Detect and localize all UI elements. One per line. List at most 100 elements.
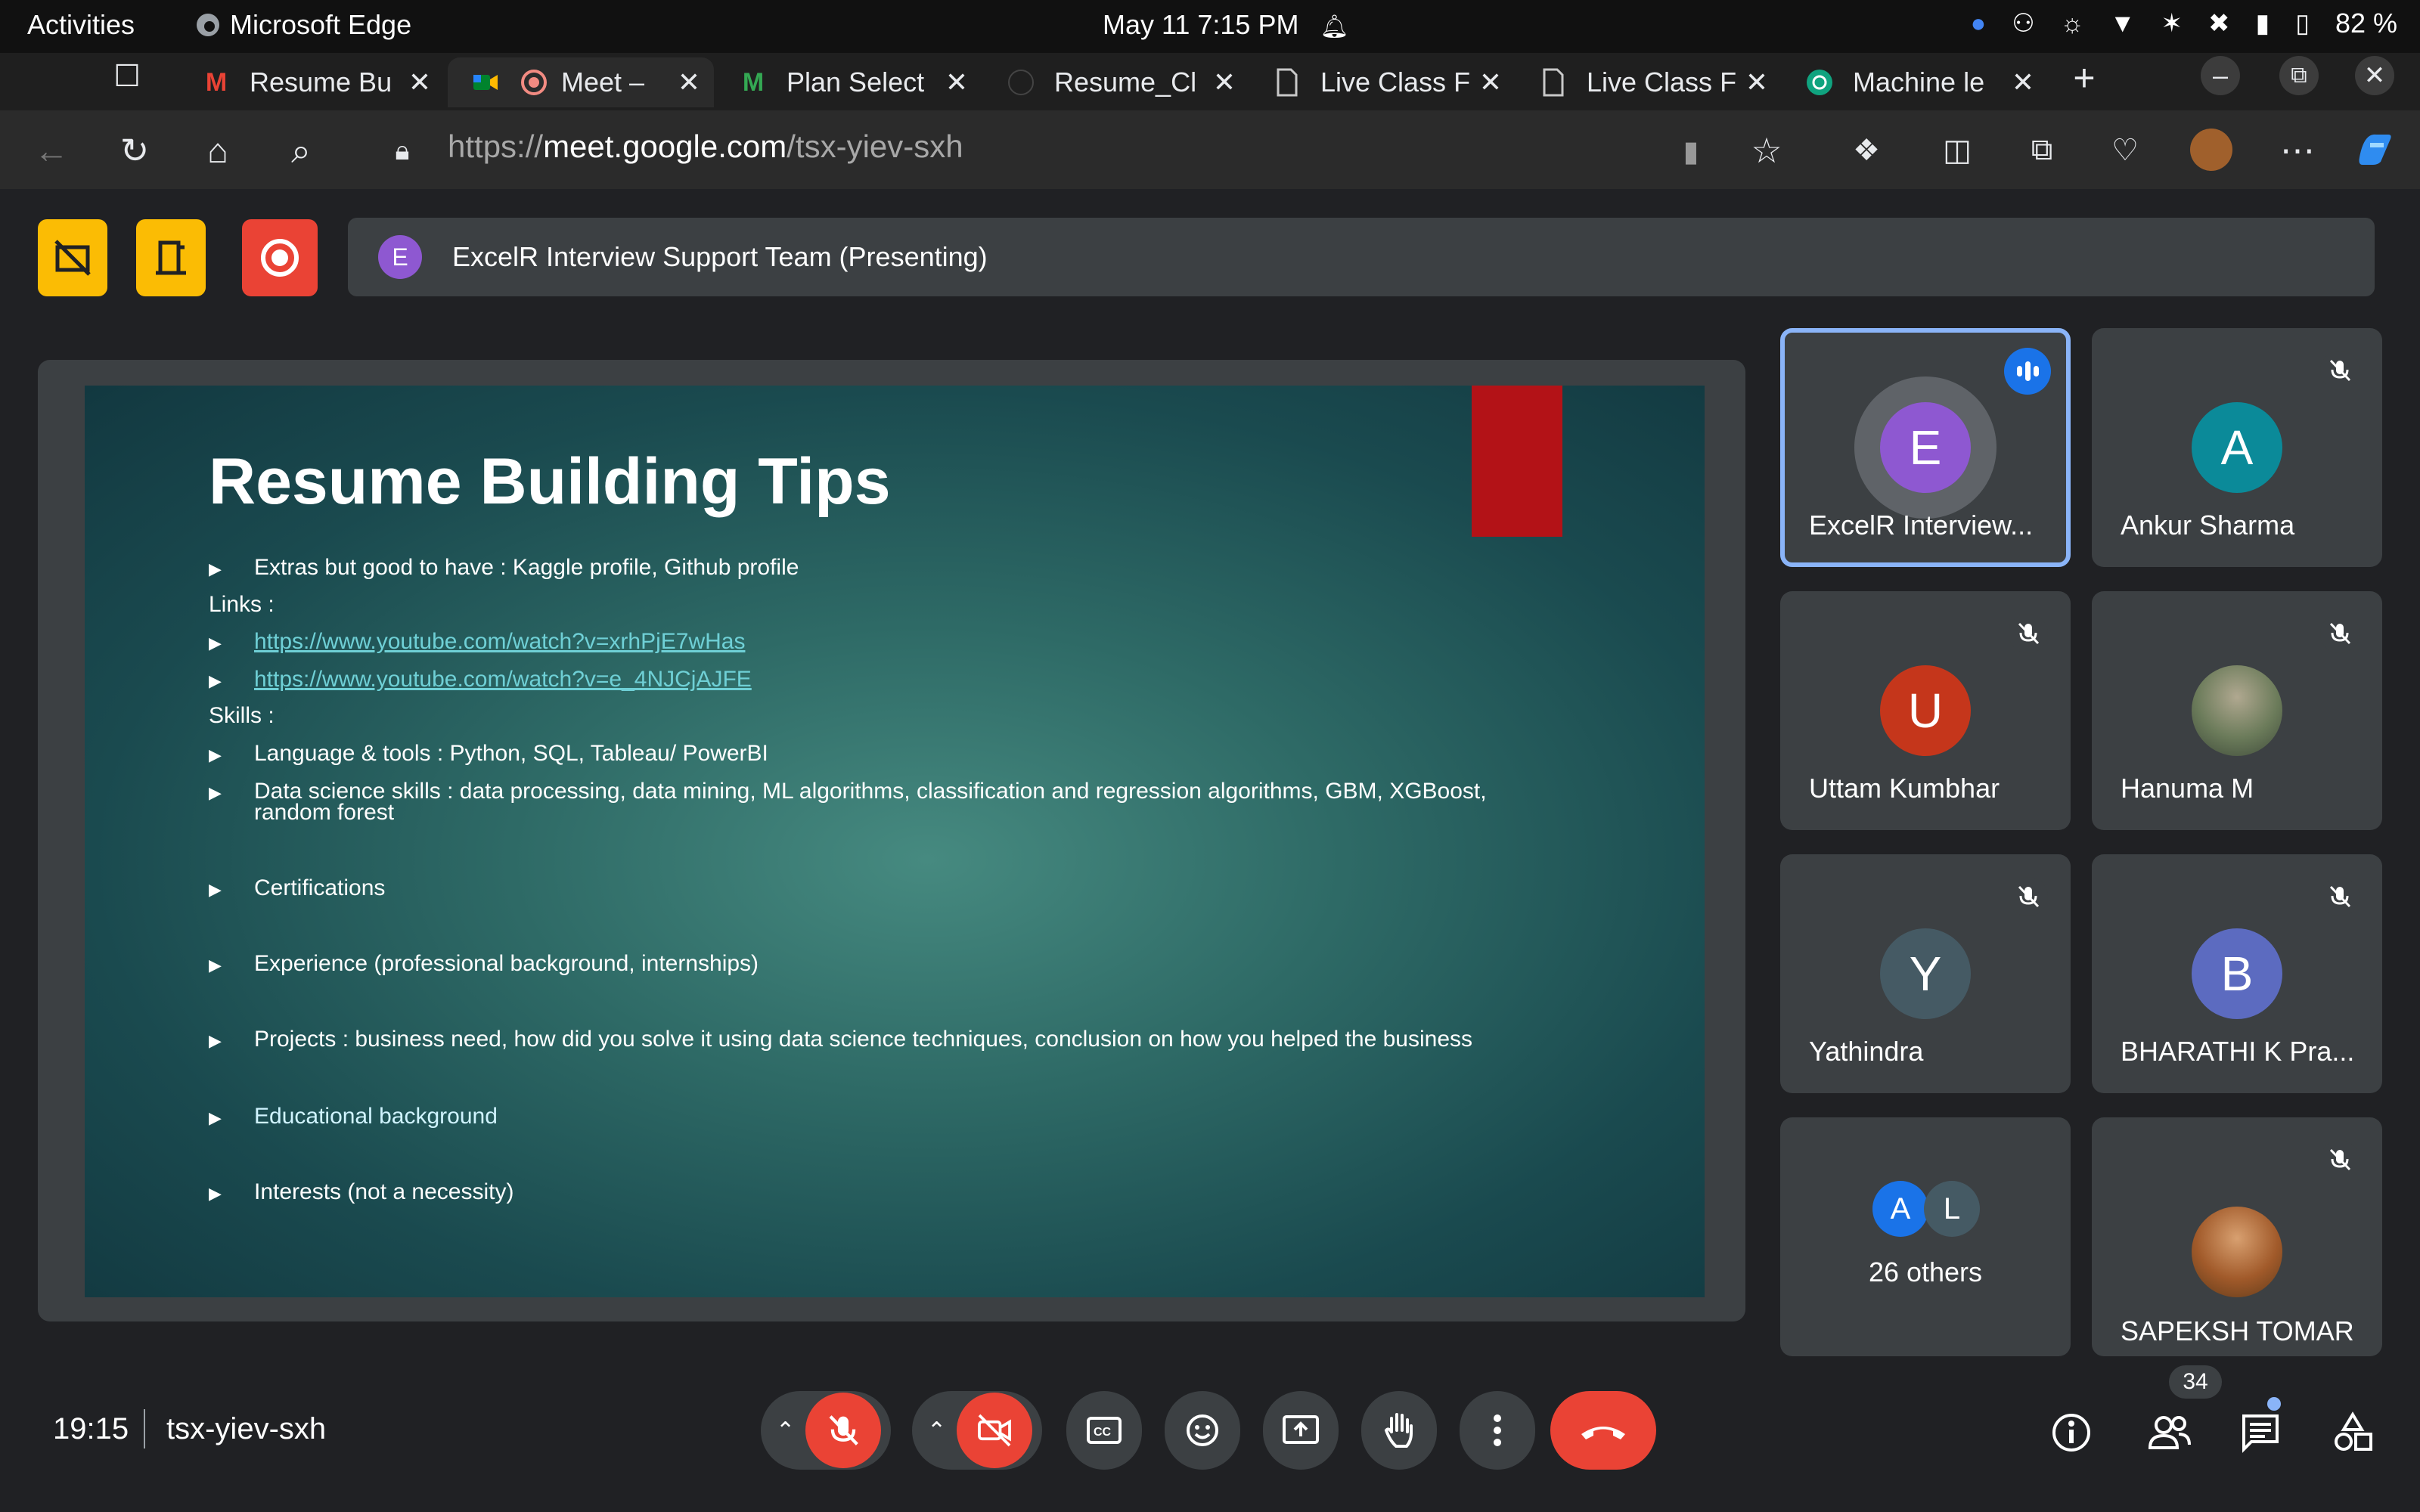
activities-button[interactable]: Activities [27, 9, 135, 41]
participant-name: BHARATHI K Pra... [2121, 1036, 2355, 1067]
slide-line: ▶ Projects : business need, how did you s… [209, 1027, 1473, 1052]
people-icon [2148, 1416, 2191, 1449]
close-icon[interactable]: ✕ [1745, 67, 1768, 98]
meeting-clock: 19:15 [53, 1412, 129, 1445]
app-name: Microsoft Edge [230, 9, 412, 40]
tab-plan-select[interactable]: M Plan Select ✕ [715, 57, 982, 107]
others-tile[interactable]: A L 26 others [1780, 1117, 2071, 1356]
meeting-details-button[interactable] [2045, 1406, 2098, 1459]
youtube-link-2[interactable]: https://www.youtube.com/watch?v=e_4NJCjA… [254, 667, 752, 692]
activities-panel-button[interactable] [2326, 1406, 2379, 1459]
reactions-button[interactable] [1165, 1391, 1240, 1470]
mic-off-icon [2320, 877, 2360, 916]
breakout-rooms-button[interactable] [136, 219, 206, 296]
host-controls-button[interactable] [38, 219, 107, 296]
os-top-bar: Activities Microsoft Edge May 11 7:15 PM… [0, 0, 2420, 53]
split-screen-icon[interactable]: ◫ [1936, 133, 1978, 168]
participant-tile[interactable]: B BHARATHI K Pra... [2092, 854, 2382, 1093]
others-count-label: 26 others [1868, 1256, 1983, 1287]
favorite-star-icon[interactable]: ☆ [1745, 130, 1788, 171]
app-menu[interactable]: Microsoft Edge [195, 9, 411, 41]
address-field[interactable]: https://meet.google.com/tsx-yiev-sxh [448, 129, 963, 165]
participant-tile[interactable]: SAPEKSH TOMAR [2092, 1117, 2382, 1356]
slide-title: Resume Building Tips [209, 445, 891, 518]
slide-line: ▶ Certifications [209, 875, 386, 900]
tab-resume-building[interactable]: M Resume Bu ✕ [178, 57, 445, 107]
participant-name: ExcelR Interview... [1809, 510, 2034, 541]
reload-button[interactable]: ↻ [113, 130, 156, 171]
bullet-icon: ▶ [209, 1031, 222, 1050]
participant-tile[interactable]: Hanuma M [2092, 591, 2382, 830]
presenter-banner[interactable]: E ExcelR Interview Support Team (Present… [348, 218, 2375, 296]
tab-resume-cl[interactable]: Resume_Cl ✕ [983, 57, 1249, 107]
close-window-button[interactable]: ✕ [2355, 56, 2394, 95]
captions-button[interactable]: CC [1066, 1391, 1142, 1470]
participant-tile[interactable]: Y Yathindra [1780, 854, 2071, 1093]
system-tray[interactable]: ● ⚇ ☼ ▼ ✶ ✖ ▮ ▯ 82 % [1971, 8, 2397, 39]
presenter-label: ExcelR Interview Support Team (Presentin… [452, 241, 988, 272]
mic-toggle-button[interactable] [805, 1393, 882, 1468]
present-screen-button[interactable] [1263, 1391, 1339, 1470]
participant-name: Yathindra [1809, 1036, 1924, 1067]
chevron-up-icon[interactable]: ⌃ [776, 1418, 795, 1444]
youtube-link-1[interactable]: https://www.youtube.com/watch?v=xrhPjE7w… [254, 629, 745, 654]
tab-strip: ☐ M Resume Bu ✕ Meet – ✕ M Plan Select ✕… [0, 53, 2420, 110]
participant-tile[interactable]: E ExcelR Interview... [1780, 328, 2071, 567]
close-icon[interactable]: ✕ [1213, 67, 1236, 98]
tab-live-class-1[interactable]: Live Class F ✕ [1249, 57, 1516, 107]
slide-line: ▶ https://www.youtube.com/watch?v=e_4NJCj… [209, 667, 752, 692]
battery-icon: ▯ [2295, 9, 2310, 38]
copilot-icon[interactable] [2353, 127, 2396, 178]
recording-button[interactable] [242, 219, 318, 296]
extensions-icon[interactable]: ❖ [1845, 133, 1888, 168]
tab-actions-icon[interactable]: ☐ [106, 59, 148, 94]
close-icon[interactable]: ✕ [1479, 67, 1502, 98]
address-toolbar: ← ↻ ⌂ ⌕ 🔒︎ https://meet.google.com/tsx-y… [0, 110, 2420, 189]
leave-call-button[interactable] [1550, 1391, 1656, 1470]
page-icon [1538, 67, 1568, 98]
tab-machine-learning[interactable]: Machine le ✕ [1782, 57, 2048, 107]
restore-button[interactable]: ⧉ [2279, 56, 2319, 95]
presenter-avatar: E [378, 235, 422, 279]
chat-button[interactable] [2234, 1406, 2287, 1459]
tab-live-class-2[interactable]: Live Class F ✕ [1516, 57, 1782, 107]
people-button[interactable] [2143, 1406, 2196, 1459]
collections-icon[interactable]: ⧉ [2021, 133, 2063, 167]
bullet-icon: ▶ [209, 880, 222, 899]
lock-icon[interactable]: 🔒︎ [381, 135, 424, 167]
volume-muted-icon: ✖ [2208, 9, 2230, 38]
avatar-photo [2192, 1207, 2282, 1297]
profile-avatar[interactable] [2190, 129, 2232, 171]
back-button[interactable]: ← [30, 130, 73, 171]
close-icon[interactable]: ✕ [945, 67, 968, 98]
more-options-icon[interactable]: ⋯ [2276, 130, 2319, 171]
gmail-icon: M [205, 67, 228, 97]
camera-toggle-button[interactable] [957, 1393, 1033, 1468]
hand-icon [1384, 1413, 1413, 1448]
tab-meet[interactable]: Meet – ✕ [448, 57, 714, 107]
close-icon[interactable]: ✕ [678, 67, 700, 98]
chevron-up-icon[interactable]: ⌃ [927, 1418, 946, 1444]
meet-window: E ExcelR Interview Support Team (Present… [8, 189, 2412, 1504]
search-icon[interactable]: ⌕ [280, 130, 322, 172]
raise-hand-button[interactable] [1361, 1391, 1437, 1470]
new-tab-button[interactable]: + [2063, 56, 2105, 100]
captions-icon: CC [1087, 1417, 1122, 1444]
participant-count-badge: 34 [2169, 1365, 2222, 1399]
close-icon[interactable]: ✕ [408, 67, 431, 98]
home-button[interactable]: ⌂ [197, 130, 239, 171]
browser-essentials-icon[interactable]: ♡ [2104, 133, 2146, 168]
brightness-icon: ☼ [2060, 8, 2084, 38]
more-options-button[interactable] [1460, 1391, 1535, 1470]
minimize-button[interactable]: – [2201, 56, 2240, 95]
close-icon[interactable]: ✕ [2012, 67, 2034, 98]
participant-name: Hanuma M [2121, 773, 2254, 804]
participant-name: Uttam Kumbhar [1809, 773, 2000, 804]
avatar: U [1880, 665, 1971, 756]
participant-tile[interactable]: A Ankur Sharma [2092, 328, 2382, 567]
datetime[interactable]: May 11 7:15 PM 🔔︎ [1103, 9, 1349, 41]
voice-search-icon[interactable]: ▮ [1670, 135, 1712, 169]
avatar: A [1872, 1181, 1928, 1237]
presentation-stage[interactable]: Resume Building Tips ▶ Extras but good to… [38, 360, 1745, 1321]
participant-tile[interactable]: U Uttam Kumbhar [1780, 591, 2071, 830]
